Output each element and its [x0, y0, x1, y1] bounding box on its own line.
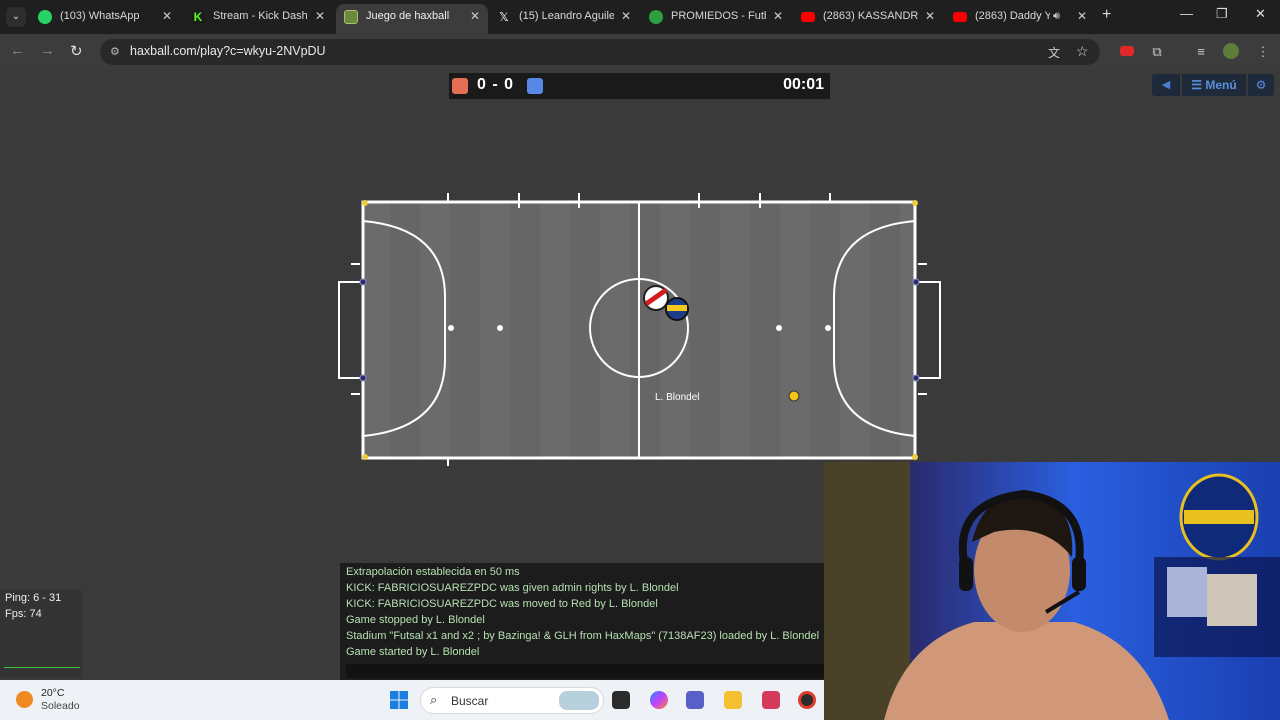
tab-kick[interactable]: K Stream - Kick Dashbo ✕	[183, 4, 333, 34]
copilot-icon[interactable]	[650, 691, 668, 709]
ping-graph	[4, 660, 80, 668]
tab-label: (2863) KASSANDRA	[823, 10, 918, 22]
blue-team-square	[527, 78, 543, 94]
scoreboard: 0 - 0 00:01	[449, 73, 830, 99]
webcam-overlay	[824, 462, 1280, 720]
task-view-icon[interactable]	[612, 691, 630, 709]
chat-line: KICK: FABRICIOSUAREZPDC was given admin …	[346, 582, 679, 594]
close-icon[interactable]: ✕	[162, 4, 172, 28]
close-icon[interactable]: ✕	[315, 4, 325, 28]
close-icon[interactable]: ✕	[621, 4, 631, 28]
youtube-icon	[953, 12, 967, 22]
match-timer: 00:01	[783, 76, 824, 93]
menu-button[interactable]: ☰ Menú	[1182, 74, 1246, 96]
score-text: 0 - 0	[477, 76, 515, 93]
close-icon[interactable]: ✕	[1077, 4, 1087, 28]
tab-promiedos[interactable]: PROMIEDOS - Futbol ✕	[641, 4, 791, 34]
more-menu-icon[interactable]: ⋮	[1254, 43, 1272, 61]
file-explorer-icon[interactable]	[724, 691, 742, 709]
fps-text: Fps: 74	[5, 608, 42, 620]
new-tab-button[interactable]: +	[1102, 6, 1111, 24]
windows-start-icon[interactable]	[389, 690, 409, 710]
tab-label: (15) Leandro Aguiler	[519, 10, 614, 22]
teams-icon[interactable]	[686, 691, 704, 709]
webcam-curtain	[824, 462, 910, 720]
chat-line: Stadium "Futsal x1 and x2 ; by Bazinga! …	[346, 630, 820, 642]
hamburger-icon: ☰	[1191, 78, 1203, 92]
close-icon[interactable]: ✕	[925, 4, 935, 28]
browser-toolbar: ← → ↻ ⚙ haxball.com/play?c=wkyu-2NVpDU 文…	[0, 34, 1280, 70]
screen: { "browser": { "tabs": [ {"label": "(103…	[0, 0, 1280, 720]
ping-text: Ping: 6 - 31	[5, 592, 62, 604]
bookmark-star-icon[interactable]: ☆	[1076, 43, 1089, 60]
kick-icon: K	[191, 10, 205, 24]
weather-condition: Soleado	[41, 700, 80, 712]
promiedos-icon	[649, 10, 663, 24]
forward-icon[interactable]: →	[40, 42, 55, 59]
tab-search-menu-icon[interactable]: ⌄	[6, 7, 26, 27]
url-text: haxball.com/play?c=wkyu-2NVpDU	[130, 44, 326, 58]
reload-icon[interactable]: ↻	[70, 42, 83, 60]
search-placeholder: Buscar	[451, 694, 489, 708]
maximize-icon[interactable]: ❐	[1216, 6, 1228, 22]
tab-label: (103) WhatsApp	[60, 10, 140, 22]
settings-gear-icon[interactable]: ⚙	[1248, 74, 1274, 96]
back-arrow-button[interactable]: ◀	[1152, 74, 1180, 96]
red-player-disc	[643, 285, 669, 311]
back-icon[interactable]: ←	[10, 42, 25, 59]
webcam-crest-icon	[1179, 473, 1259, 561]
sun-weather-icon[interactable]	[16, 691, 33, 708]
windows-taskbar: 20°C Soleado ⌕ Buscar	[0, 680, 824, 720]
chat-line: Extrapolación establecida en 50 ms	[346, 566, 520, 578]
chat-line: Game stopped by L. Blondel	[346, 614, 485, 626]
tab-label: Juego de haxball	[366, 10, 450, 22]
window-close-icon[interactable]: ✕	[1255, 6, 1266, 22]
address-bar[interactable]: ⚙ haxball.com/play?c=wkyu-2NVpDU 文 ☆	[100, 39, 1100, 65]
chat-line: Game started by L. Blondel	[346, 646, 480, 658]
player-name-label: L. Blondel	[655, 392, 700, 403]
extensions-puzzle-icon[interactable]: ⧉	[1148, 43, 1166, 61]
red-team-square	[452, 78, 468, 94]
chat-panel: Extrapolación establecida en 50 ms KICK:…	[340, 563, 824, 680]
left-goal	[338, 281, 363, 379]
weather-temperature: 20°C	[41, 687, 65, 699]
extension-record-icon[interactable]	[1118, 43, 1136, 61]
tab-label: (2863) Daddy Yan	[975, 10, 1050, 22]
store-icon[interactable]	[762, 691, 780, 709]
close-icon[interactable]: ✕	[470, 4, 480, 28]
tab-label: PROMIEDOS - Futbol	[671, 10, 766, 22]
chat-input[interactable]	[346, 664, 824, 678]
futsal-pitch	[338, 193, 941, 466]
speaker-icon[interactable]: 🔊︎	[1053, 4, 1060, 28]
tab-x[interactable]: 𝕏 (15) Leandro Aguiler ✕	[489, 4, 639, 34]
right-goal	[916, 281, 941, 379]
minimize-icon[interactable]: —	[1180, 6, 1193, 21]
media-controls-icon[interactable]: ≡	[1192, 43, 1210, 61]
tab-label: Stream - Kick Dashbo	[213, 10, 308, 22]
chrome-icon[interactable]	[798, 691, 816, 709]
chat-line: KICK: FABRICIOSUAREZPDC was moved to Red…	[346, 598, 658, 610]
youtube-icon	[801, 12, 815, 22]
profile-avatar[interactable]	[1222, 43, 1240, 61]
tab-youtube-kassandra[interactable]: (2863) KASSANDRA ✕	[793, 4, 943, 34]
network-stats: Ping: 6 - 31 Fps: 74	[0, 590, 82, 678]
search-icon: ⌕	[430, 692, 438, 707]
tab-strip: ⌄ (103) WhatsApp ✕ K Stream - Kick Dashb…	[0, 0, 1280, 34]
tab-youtube-daddy[interactable]: (2863) Daddy Yan 🔊︎ ✕	[945, 4, 1095, 34]
menu-label: Menú	[1205, 78, 1237, 92]
webcam-shelf	[1154, 557, 1280, 657]
site-info-icon[interactable]: ⚙	[110, 45, 124, 59]
whatsapp-icon	[38, 10, 52, 24]
ball	[788, 390, 800, 402]
taskbar-search[interactable]: ⌕ Buscar	[420, 687, 604, 714]
close-icon[interactable]: ✕	[773, 4, 783, 28]
blue-player-disc	[665, 297, 689, 321]
x-logo-icon: 𝕏	[499, 10, 509, 24]
tab-whatsapp[interactable]: (103) WhatsApp ✕	[30, 4, 180, 34]
search-highlight-icon	[559, 691, 599, 710]
haxball-icon	[344, 10, 358, 24]
translate-icon[interactable]: 文	[1048, 44, 1060, 61]
tab-haxball[interactable]: Juego de haxball ✕	[336, 4, 488, 34]
